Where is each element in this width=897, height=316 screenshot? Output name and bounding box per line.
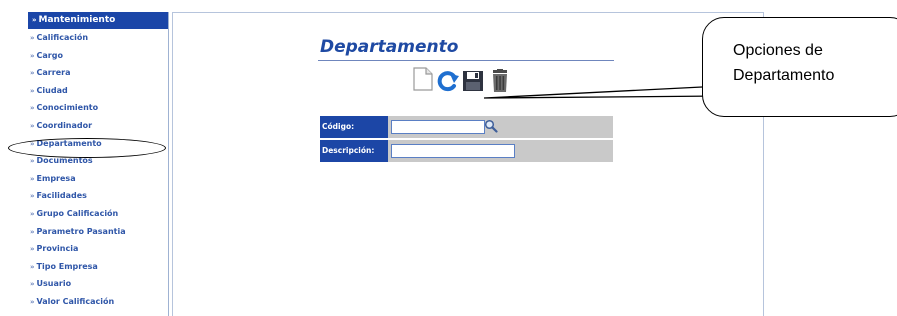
bullet-icon: » (30, 297, 35, 306)
sidebar-item-label: Conocimiento (36, 103, 99, 113)
new-icon[interactable] (412, 66, 434, 92)
descripcion-label: Descripción: (320, 140, 388, 162)
search-icon[interactable] (484, 118, 498, 137)
codigo-input[interactable] (391, 120, 485, 134)
sidebar-item-label: Facilidades (36, 191, 87, 201)
sidebar-menu: » Mantenimiento » Calificación » Cargo » Car… (28, 12, 169, 316)
sidebar-item-usuario[interactable]: » Usuario (28, 275, 168, 293)
page-title: Departamento (320, 37, 459, 57)
sidebar-item-label: Empresa (36, 173, 76, 183)
bullet-icon: » (30, 121, 35, 130)
callout-line-1: Opciones de (733, 42, 823, 59)
sidebar-item-label: Calificación (36, 33, 89, 42)
sidebar-item-label: Coordinador (36, 120, 93, 130)
sidebar-item-label: Parametro Pasantia (36, 226, 126, 236)
bullet-icon: » (30, 51, 35, 60)
sidebar-item-label: Carrera (36, 68, 71, 78)
bullet-icon: » (30, 34, 35, 42)
sidebar-item-facilidades[interactable]: » Facilidades (28, 187, 168, 205)
sidebar-item-ciudad[interactable]: » Ciudad (28, 82, 168, 100)
bullet-icon: » (30, 174, 35, 183)
sidebar-item-valor-calificacion[interactable]: » Valor Calificación (28, 293, 168, 311)
sidebar-item-label: Ciudad (36, 85, 68, 95)
sidebar-item-label: Usuario (36, 279, 72, 289)
callout-pointer (483, 85, 722, 99)
codigo-label: Código: (320, 116, 388, 138)
callout-text: Opciones de Departamento (733, 38, 883, 88)
sidebar-item-tipo-empresa[interactable]: » Tipo Empresa (28, 258, 168, 276)
sidebar-item-carrera[interactable]: » Carrera (28, 64, 168, 82)
main-panel (172, 12, 764, 316)
bullet-icon: » (30, 227, 35, 236)
sidebar-header: » Mantenimiento (28, 12, 168, 29)
department-form: Código: Descripción: (320, 116, 613, 164)
bullet-icon: » (30, 157, 35, 166)
sidebar-item-label: Provincia (36, 244, 79, 254)
sidebar-item-conocimiento[interactable]: » Conocimiento (28, 99, 168, 117)
sidebar-item-cargo[interactable]: » Cargo (28, 47, 168, 65)
sidebar-item-grupo-calificacion[interactable]: » Grupo Calificación (28, 205, 168, 223)
bullet-icon: » (30, 209, 35, 218)
sidebar-item-provincia[interactable]: » Provincia (28, 240, 168, 258)
callout-line-2: Departamento (733, 67, 835, 84)
sidebar-item-empresa[interactable]: » Empresa (28, 170, 168, 188)
refresh-icon[interactable] (436, 70, 460, 92)
sidebar-item-calificacion[interactable]: » Calificación (28, 29, 168, 47)
bullet-icon: » (30, 69, 35, 78)
descripcion-row: Descripción: (320, 140, 613, 164)
sidebar-item-label: Grupo Calificación (36, 208, 119, 218)
bullet-icon: » (30, 192, 35, 201)
sidebar-item-label: Tipo Empresa (36, 261, 98, 271)
descripcion-input[interactable] (391, 144, 515, 158)
sidebar-list: » Calificación » Cargo » Carrera » Ciudad » C… (28, 29, 168, 311)
sidebar-item-parametro-pasantia[interactable]: » Parametro Pasantia (28, 223, 168, 241)
bullet-icon: » (30, 262, 35, 271)
sidebar-item-label: Valor Calificación (36, 296, 115, 306)
sidebar-item-label: Cargo (36, 50, 63, 60)
bullet-icon: » (30, 104, 35, 113)
bullet-icon: » (32, 16, 37, 24)
bullet-icon: » (30, 280, 35, 289)
sidebar-header-label: Mantenimiento (38, 15, 116, 25)
bullet-icon: » (30, 245, 35, 254)
bullet-icon: » (30, 86, 35, 95)
highlight-ellipse (8, 138, 166, 158)
save-icon[interactable] (462, 70, 484, 92)
sidebar-item-coordinador[interactable]: » Coordinador (28, 117, 168, 135)
